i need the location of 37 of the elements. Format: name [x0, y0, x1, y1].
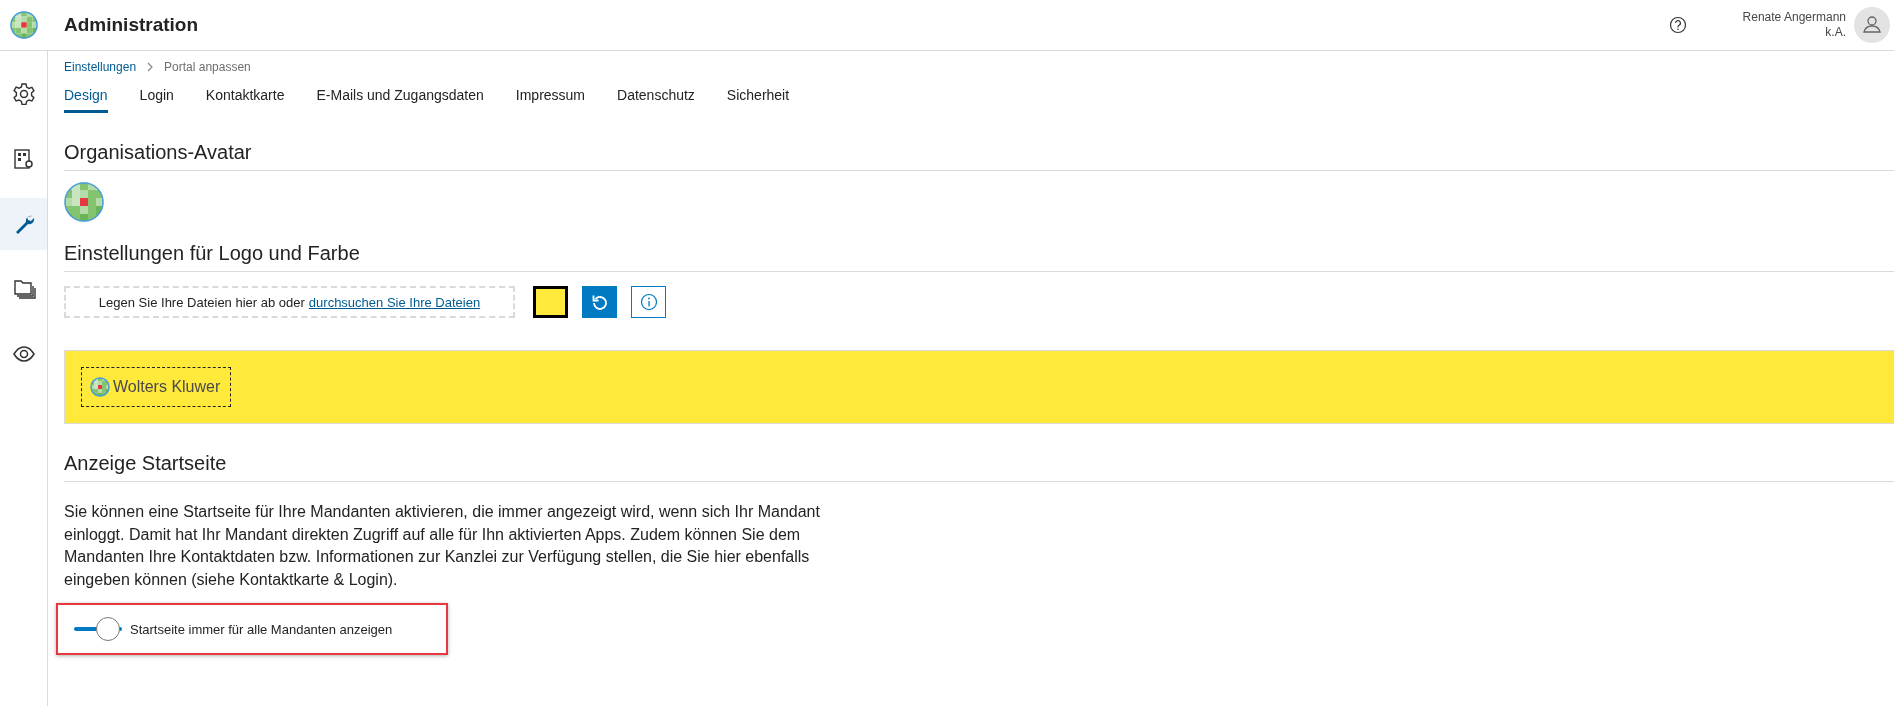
breadcrumb-link[interactable]: Einstellungen — [64, 60, 137, 74]
folders-icon — [11, 277, 36, 301]
description-text: Sie können eine Startseite für Ihre Mandanten aktivieren, die immer angezeigt wird, wenn sich Ihr Mandant einloggt. Damit hat Ihr Mandant direkten Zugriff auf alle für Ihn aktivierten Apps. Zudem können Sie dem Mandanten Ihre Kontaktdaten bzw. Informationen zur Kanzlei zur Verfügung stellen, die Sie hier ebenfalls eingeben können (siehe Kontaktkarte & Login). — [64, 502, 821, 590]
color-swatch[interactable] — [533, 286, 568, 318]
logo-text: Wolters Kluwer — [113, 378, 221, 396]
tab[interactable]: Login — [139, 81, 174, 113]
section-heading: Anzeige Startseite — [64, 444, 1894, 482]
tab[interactable]: Impressum — [515, 81, 586, 113]
breadcrumb-current: Portal anpassen — [164, 60, 251, 74]
reset-icon — [591, 294, 608, 310]
browse-link[interactable]: durchsuchen Sie Ihre Dateien — [308, 294, 481, 310]
organisation-avatar — [64, 182, 104, 222]
tab[interactable]: Datenschutz — [617, 81, 695, 113]
reset-button[interactable] — [582, 286, 617, 318]
app-title: Administration — [64, 14, 200, 36]
user-avatar[interactable] — [1854, 7, 1890, 43]
tab[interactable]: Sicherheit — [726, 81, 790, 113]
app-logo — [10, 11, 38, 39]
chevron-icon — [146, 62, 155, 72]
help-icon — [1668, 16, 1687, 34]
dropzone-text: Legen Sie Ihre Dateien hier ab oder — [98, 294, 305, 310]
grid-gear-icon — [11, 147, 36, 171]
tab[interactable]: E-Mails und Zugangsdaten — [316, 81, 484, 113]
sidebar-item[interactable] — [0, 198, 47, 250]
user-name: Renate Angermann — [1742, 10, 1846, 25]
info-icon — [639, 293, 658, 311]
section-heading: Organisations-Avatar — [64, 133, 1894, 171]
toggle-label: Startseite immer für alle Mandanten anzeigen — [130, 621, 393, 637]
globe-logo-icon — [90, 377, 110, 397]
tab[interactable]: Design — [64, 81, 108, 113]
info-button[interactable] — [631, 286, 666, 318]
toggle-switch[interactable] — [74, 615, 122, 643]
section-heading: Einstellungen für Logo und Farbe — [64, 234, 1894, 272]
tab[interactable]: Kontaktkarte — [205, 81, 285, 113]
user-role: k.A. — [1825, 25, 1846, 40]
file-dropzone[interactable]: Legen Sie Ihre Dateien hier ab oder durchsuchen Sie Ihre Dateien — [64, 286, 515, 318]
settings-icon — [11, 82, 36, 106]
